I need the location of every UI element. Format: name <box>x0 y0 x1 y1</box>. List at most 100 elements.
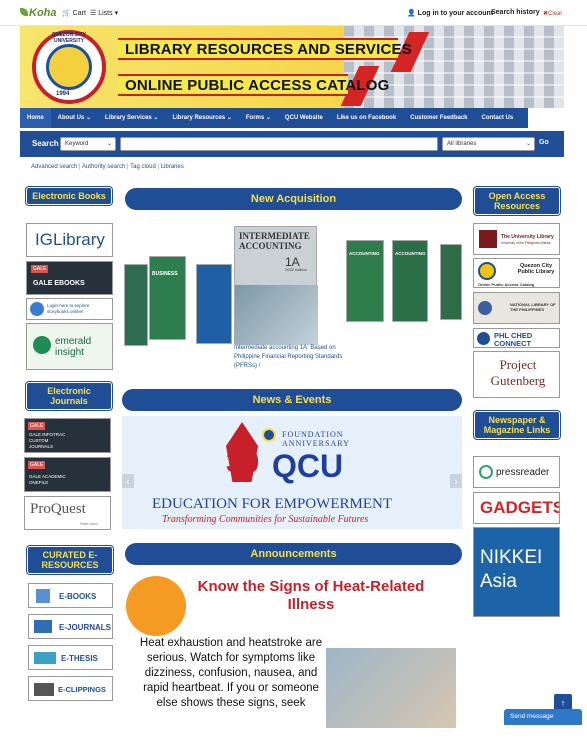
featured-cover-year: 2022 edition <box>285 267 307 272</box>
news-slider[interactable]: 30 QCU FOUNDATION ANNIVERSARY EDUCATION … <box>122 416 462 529</box>
qcu-mini-seal <box>262 428 276 442</box>
login-link[interactable]: 👤 Log in to your account <box>407 9 493 17</box>
nav-home[interactable]: Home <box>20 108 51 128</box>
gale-infotrac-label: GALE INFOTRAC CUSTOM JOURNALS <box>29 432 66 449</box>
eclippings-label: E-CLIPPINGS <box>58 685 106 694</box>
emerald-label: emerald insight <box>55 336 92 358</box>
nav-services-label: Library Services <box>105 115 152 121</box>
qcpl-label: Quezon City Public Library <box>517 263 555 275</box>
electronic-journals-heading: Electronic Journals <box>26 382 112 410</box>
list-icon: ☰ <box>90 10 97 17</box>
clear-history-link[interactable]: ✖Clear <box>543 10 562 17</box>
book-cover[interactable] <box>440 244 462 320</box>
curated-eclippings-tile[interactable]: E-CLIPPINGS <box>28 676 113 701</box>
nav-library-resources[interactable]: Library Resources ⌄ <box>165 108 238 128</box>
gale-onefile-tile[interactable]: GALE GALE ACADEMIC ONEFILE <box>24 457 111 492</box>
featured-book-cover[interactable]: INTERMEDIATE ACCOUNTING 1A 2022 edition <box>234 226 318 345</box>
gadgets-tile[interactable]: GADGETS <box>473 492 560 524</box>
sun-illustration <box>126 576 186 636</box>
nikkei-asia-tile[interactable]: NIKKEI Asia <box>473 527 560 617</box>
libraries-link[interactable]: Libraries <box>161 164 184 170</box>
nav-contact-us[interactable]: Contact Us <box>475 108 521 128</box>
gale-ebooks-tile[interactable]: GALE GALE EBOOKS <box>26 261 113 295</box>
search-history-link[interactable]: Search history <box>491 9 540 16</box>
announcement-title: Know the Signs of Heat-Related Illness <box>197 578 425 613</box>
laptop-icon <box>34 620 52 633</box>
chevron-left-icon[interactable]: ‹ <box>122 474 134 488</box>
news-tagline: EDUCATION FOR EMPOWERMENT <box>152 496 392 512</box>
chevron-down-icon: ⌄ <box>226 115 232 121</box>
book-cover[interactable] <box>196 264 232 344</box>
chevron-down-icon: ⌄ <box>525 141 531 147</box>
top-bar: Koha 🛒 Cart ☰ Lists ▾ 👤 Log in to your a… <box>0 0 587 26</box>
announcement-card: Know the Signs of Heat-Related Illness H… <box>126 570 462 730</box>
university-seal: QUEZON CITY UNIVERSITY 1994 <box>32 30 106 104</box>
authority-search-link[interactable]: Authority search <box>82 164 125 170</box>
chevron-down-icon: ⌄ <box>86 115 92 121</box>
open-access-heading: Open Access Resources <box>474 187 560 215</box>
go-button[interactable]: Go <box>539 139 549 146</box>
koha-logo[interactable]: Koha <box>20 7 57 19</box>
lists-label: Lists <box>98 10 113 17</box>
gale-infotrac-tile[interactable]: GALE GALE INFOTRAC CUSTOM JOURNALS <box>24 418 111 453</box>
book-cover-title: ACCOUNTING <box>349 251 380 256</box>
storybooks-tile[interactable]: Login here to explore storybooks online! <box>26 298 113 320</box>
search-type-value: Keyword <box>65 141 89 147</box>
ejournals-label: E-JOURNALS <box>59 623 112 632</box>
search-input[interactable] <box>120 137 438 151</box>
emerald-icon <box>33 336 51 354</box>
tag-cloud-link[interactable]: Tag cloud <box>130 164 156 170</box>
proquest-tile[interactable]: ProQuest Start here. <box>24 496 111 530</box>
gale-badge: GALE <box>28 461 46 469</box>
login-label: Log in to your account <box>417 10 494 17</box>
advanced-search-link[interactable]: Advanced search <box>31 164 77 170</box>
nav-facebook[interactable]: Like us on Facebook <box>330 108 403 128</box>
book-cover[interactable]: ACCOUNTING <box>392 240 428 322</box>
book-cover-title: BUSINESS <box>152 271 178 277</box>
book-cover[interactable] <box>124 264 148 346</box>
featured-book-caption[interactable]: Intermediate accounting 1A: Based on Phi… <box>234 344 354 371</box>
thesis-icon <box>34 652 56 664</box>
newspaper-heading: Newspaper & Magazine Links <box>474 411 560 439</box>
nav-customer-feedback[interactable]: Customer Feedback <box>403 108 474 128</box>
book-cover[interactable]: BUSINESS <box>149 256 186 340</box>
ethesis-label: E-THESIS <box>61 654 98 663</box>
heat-photo <box>326 648 456 728</box>
ched-connect-tile[interactable]: PHL CHED CONNECT <box>473 328 560 348</box>
featured-cover-title: INTERMEDIATE ACCOUNTING <box>239 231 310 251</box>
new-acquisition-carousel[interactable]: BUSINESS INTERMEDIATE ACCOUNTING 1A 2022… <box>124 226 462 374</box>
lists-menu[interactable]: ☰ Lists ▾ <box>90 9 118 17</box>
iglibrary-tile[interactable]: IGLibrary <box>26 223 113 257</box>
proquest-logo: ProQuest <box>30 501 86 517</box>
national-library-tile[interactable]: NATIONAL LIBRARY OF THE PHILIPPINES <box>473 292 560 324</box>
search-label: Search <box>32 139 59 148</box>
cart-link[interactable]: 🛒 Cart <box>62 9 86 17</box>
nav-forms[interactable]: Forms ⌄ <box>239 108 278 128</box>
main-nav: Home About Us ⌄ Library Services ⌄ Libra… <box>20 108 528 128</box>
curated-ethesis-tile[interactable]: E-THESIS <box>28 645 113 670</box>
clear-label: Clear <box>548 11 563 17</box>
search-history-label: Search history <box>491 9 540 16</box>
qc-public-library-tile[interactable]: Quezon City Public Library Online Public… <box>473 258 560 288</box>
library-select[interactable]: All libraries ⌄ <box>442 137 535 151</box>
emerald-insight-tile[interactable]: emerald insight <box>26 323 113 370</box>
book-cover[interactable]: ACCOUNTING <box>346 240 384 322</box>
curated-ejournals-tile[interactable]: E-JOURNALS <box>28 614 113 639</box>
curated-ebooks-tile[interactable]: E-BOOKS <box>28 583 113 608</box>
nav-about-us[interactable]: About Us ⌄ <box>51 108 98 128</box>
chevron-right-icon[interactable]: › <box>450 474 462 488</box>
send-message-button[interactable]: Send message <box>504 709 582 725</box>
featured-cover-art <box>235 285 318 345</box>
pressreader-tile[interactable]: pressreader <box>473 456 560 488</box>
search-type-select[interactable]: Keyword ⌄ <box>60 137 116 151</box>
nav-library-services[interactable]: Library Services ⌄ <box>98 108 165 128</box>
cart-label: Cart <box>72 10 86 17</box>
project-gutenberg-tile[interactable]: Project Gutenberg <box>473 351 560 398</box>
up-library-tile[interactable]: The University Library University of the… <box>473 223 560 255</box>
ched-logo <box>477 332 490 345</box>
nav-about-label: About Us <box>57 115 85 121</box>
nav-qcu-website[interactable]: QCU Website <box>278 108 330 128</box>
electronic-books-heading: Electronic Books <box>26 187 112 205</box>
nav-resources-label: Library Resources <box>172 115 226 121</box>
curated-heading: CURATED E-RESOURCES <box>27 546 113 574</box>
